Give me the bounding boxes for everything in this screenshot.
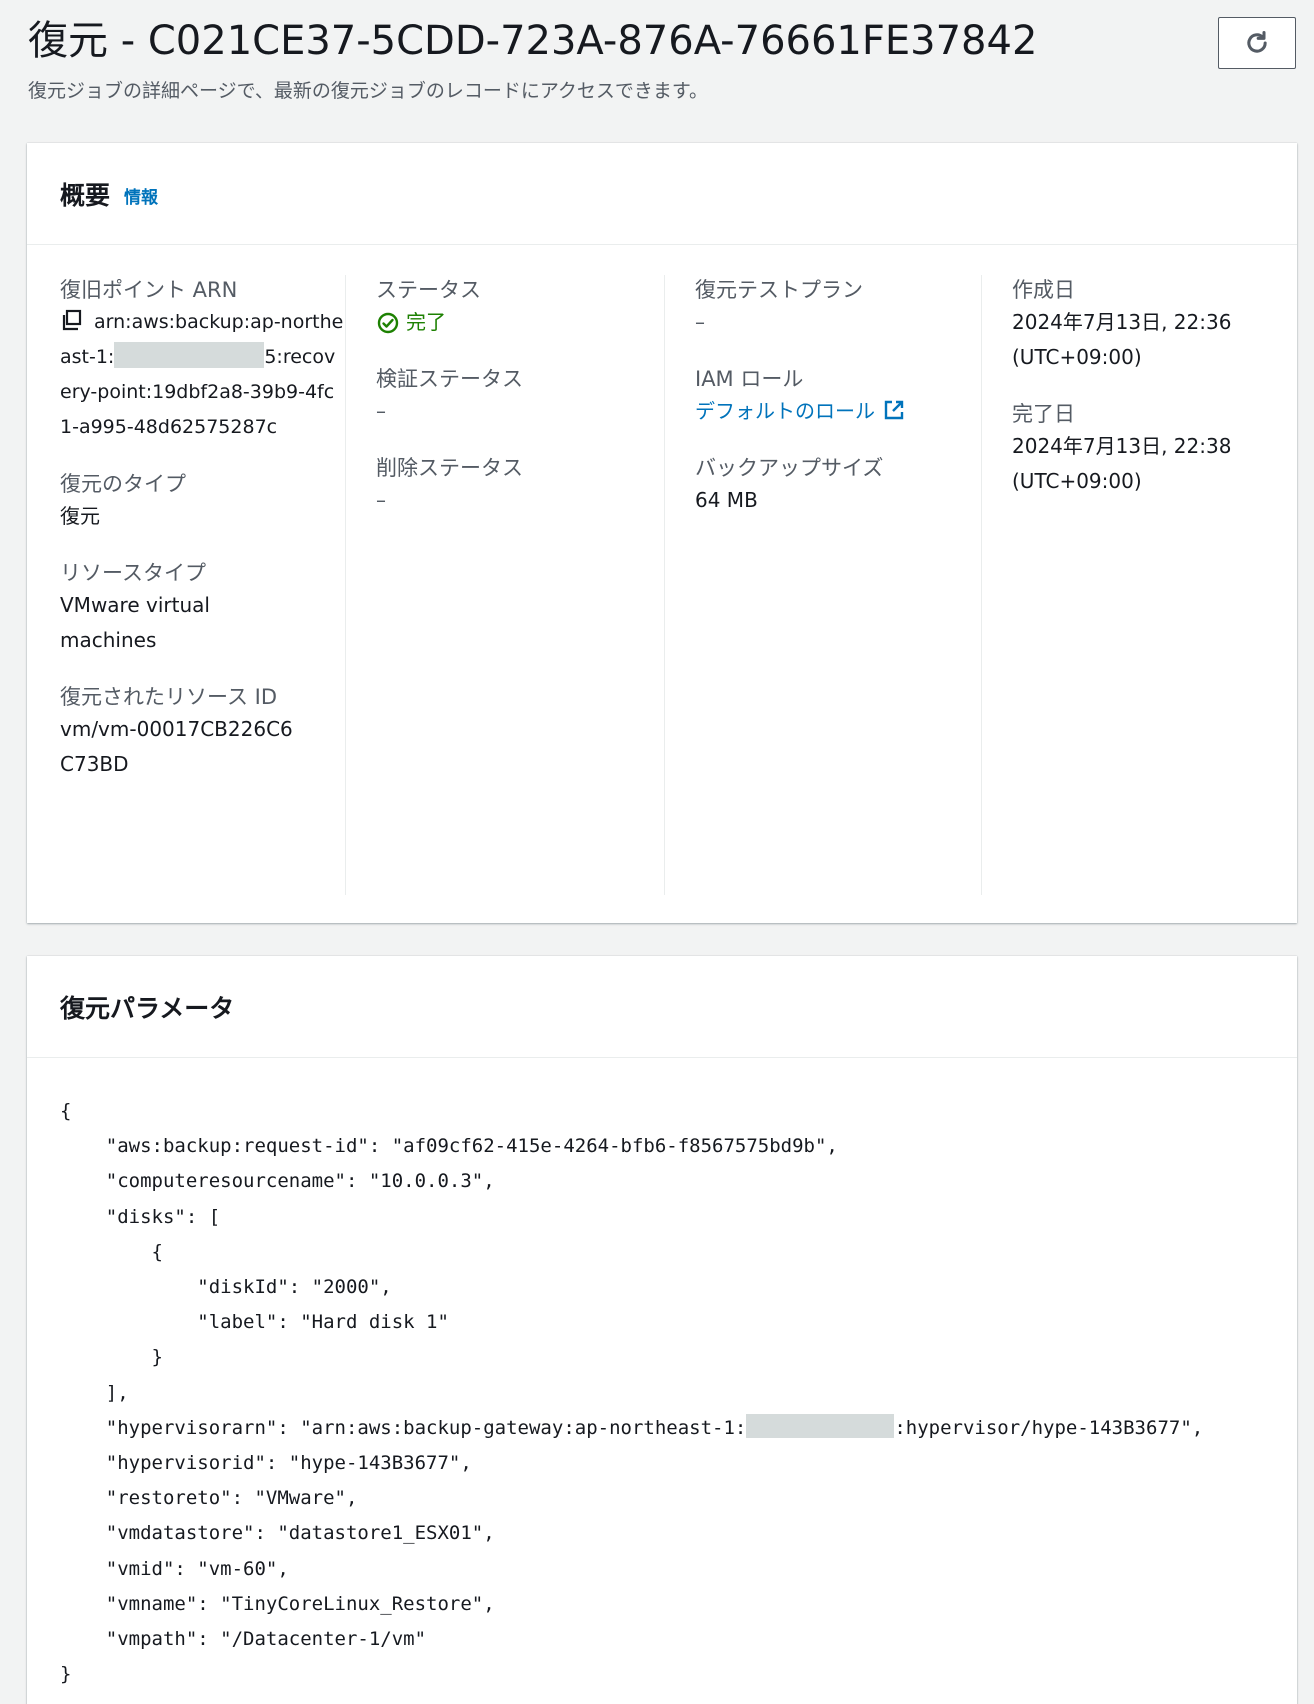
restore-test-plan-field: 復元テストプラン – xyxy=(695,275,982,340)
overview-column-3: 復元テストプラン – IAM ロール デフォルトのロール バックアップサイズ 6… xyxy=(664,275,982,895)
created-date-field: 作成日 2024年7月13日, 22:36 (UTC+09:00) xyxy=(1012,275,1281,375)
status-text: 完了 xyxy=(406,310,446,334)
code-line: ], xyxy=(60,1381,129,1404)
code-line: "label": "Hard disk 1" xyxy=(60,1311,449,1334)
recovery-point-arn-value: arn:aws:backup:ap-northeast-1: 5:recovery… xyxy=(60,305,346,445)
overview-column-2: ステータス 完了 検証ステータス – 削除ステータス – xyxy=(345,275,635,895)
backup-size-value: 64 MB xyxy=(695,488,758,512)
resource-type-field: リソースタイプ VMware virtual machines xyxy=(60,558,346,658)
copy-icon[interactable] xyxy=(60,309,82,331)
code-line: } xyxy=(60,1346,163,1369)
overview-panel-header: 概要 情報 xyxy=(27,143,1297,245)
code-line: "vmdatastore": "datastore1_ESX01", xyxy=(60,1522,495,1545)
validation-status-label: 検証ステータス xyxy=(376,367,523,391)
recovery-point-arn-label: 復旧ポイント ARN xyxy=(60,278,238,302)
created-date-label: 作成日 xyxy=(1012,278,1075,302)
info-link[interactable]: 情報 xyxy=(124,183,158,208)
iam-role-value: デフォルトのロール xyxy=(695,394,982,429)
overview-column-1: 復旧ポイント ARN arn:aws:backup:ap-northeast-1… xyxy=(60,275,346,895)
deletion-status-field: 削除ステータス – xyxy=(376,453,635,518)
backup-size-label: バックアップサイズ xyxy=(695,456,884,480)
completed-date-field: 完了日 2024年7月13日, 22:38 (UTC+09:00) xyxy=(1012,399,1281,499)
backup-size-field: バックアップサイズ 64 MB xyxy=(695,453,982,518)
status-value: 完了 xyxy=(376,305,635,340)
deletion-status-value: – xyxy=(376,488,386,512)
code-line: "diskId": "2000", xyxy=(60,1276,392,1299)
code-line: "computeresourcename": "10.0.0.3", xyxy=(60,1170,495,1193)
overview-column-4: 作成日 2024年7月13日, 22:36 (UTC+09:00) 完了日 20… xyxy=(981,275,1281,895)
default-role-link[interactable]: デフォルトのロール xyxy=(695,399,875,423)
validation-status-value: – xyxy=(376,399,386,423)
completed-date-value: 2024年7月13日, 22:38 (UTC+09:00) xyxy=(1012,434,1232,493)
restore-type-value: 復元 xyxy=(60,504,100,528)
refresh-button[interactable] xyxy=(1218,17,1296,69)
code-line: "aws:backup:request-id": "af09cf62-415e-… xyxy=(60,1135,838,1158)
overview-panel: 概要 情報 復旧ポイント ARN arn:aws:backup:ap-north… xyxy=(27,143,1297,923)
code-line: "vmid": "vm-60", xyxy=(60,1557,289,1580)
resource-type-value: VMware virtual machines xyxy=(60,593,210,652)
completed-date-label: 完了日 xyxy=(1012,402,1075,426)
overview-title: 概要 xyxy=(60,180,111,210)
code-line: "disks": [ xyxy=(60,1205,221,1228)
page-title: 復元 - C021CE37-5CDD-723A-876A-76661FE3784… xyxy=(28,18,1038,64)
code-line: { xyxy=(60,1100,72,1122)
restored-resource-id-label: 復元されたリソース ID xyxy=(60,685,277,709)
page-description: 復元ジョブの詳細ページで、最新の復元ジョブのレコードにアクセスできます。 xyxy=(28,80,709,102)
restore-type-field: 復元のタイプ 復元 xyxy=(60,469,346,534)
restore-test-plan-value: – xyxy=(695,310,705,334)
code-line-tail: :hypervisor/hype-143B3677", xyxy=(894,1416,1204,1439)
restored-resource-id-value: vm/vm-00017CB226C6C73BD xyxy=(60,717,293,776)
created-date-value: 2024年7月13日, 22:36 (UTC+09:00) xyxy=(1012,310,1232,369)
restored-resource-id-field: 復元されたリソース ID vm/vm-00017CB226C6C73BD xyxy=(60,682,346,782)
restore-job-detail-page: 復元 - C021CE37-5CDD-723A-876A-76661FE3784… xyxy=(0,0,1314,1704)
check-circle-icon xyxy=(377,312,399,333)
validation-status-field: 検証ステータス – xyxy=(376,364,635,429)
status-field: ステータス 完了 xyxy=(376,275,635,340)
overview-columns: 復旧ポイント ARN arn:aws:backup:ap-northeast-1… xyxy=(27,245,1297,923)
external-link-icon[interactable] xyxy=(883,399,905,421)
status-label: ステータス xyxy=(376,278,481,302)
restore-type-label: 復元のタイプ xyxy=(60,472,186,496)
redacted-account-id xyxy=(746,1413,895,1438)
restore-parameters-title: 復元パラメータ xyxy=(60,993,235,1023)
code-line: } xyxy=(60,1663,72,1686)
code-line: "vmpath": "/Datacenter-1/vm" xyxy=(60,1628,427,1651)
iam-role-field: IAM ロール デフォルトのロール xyxy=(695,364,982,429)
code-line: "restoreto": "VMware", xyxy=(60,1487,358,1510)
code-line: "hypervisorarn": "arn:aws:backup-gateway… xyxy=(60,1416,747,1439)
recovery-point-arn-field: 復旧ポイント ARN arn:aws:backup:ap-northeast-1… xyxy=(60,275,346,445)
code-line: "vmname": "TinyCoreLinux_Restore", xyxy=(60,1592,495,1615)
page-header: 復元 - C021CE37-5CDD-723A-876A-76661FE3784… xyxy=(28,12,1296,122)
restore-parameters-header: 復元パラメータ xyxy=(27,956,1297,1058)
code-line: { xyxy=(60,1240,163,1263)
restore-parameters-json: { "aws:backup:request-id": "af09cf62-415… xyxy=(60,1094,1203,1692)
redacted-account-id xyxy=(114,342,265,368)
deletion-status-label: 削除ステータス xyxy=(376,456,523,480)
restore-test-plan-label: 復元テストプラン xyxy=(695,278,863,302)
iam-role-label: IAM ロール xyxy=(695,367,804,391)
restore-parameters-panel: 復元パラメータ { "aws:backup:request-id": "af09… xyxy=(27,956,1297,1704)
code-line: "hypervisorid": "hype-143B3677", xyxy=(60,1452,472,1475)
refresh-icon xyxy=(1247,30,1267,53)
resource-type-label: リソースタイプ xyxy=(60,561,206,585)
